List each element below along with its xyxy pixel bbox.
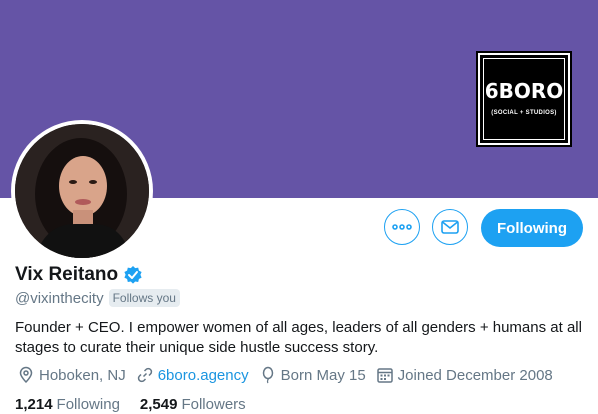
envelope-icon <box>441 220 459 234</box>
website-item[interactable]: 6boro.agency <box>136 366 249 384</box>
followers-label: Followers <box>181 396 246 413</box>
profile-stats: 1,214 Following 2,549 Followers <box>15 396 266 413</box>
profile-handle: @vixinthecity <box>15 289 104 307</box>
profile-name: Vix Reitano <box>15 264 119 285</box>
profile-meta: Hoboken, NJ 6boro.agency Born May 15 Joi… <box>17 366 563 384</box>
avatar-photo <box>15 124 149 258</box>
follows-you-badge: Follows you <box>108 289 180 307</box>
more-icon <box>392 224 412 230</box>
following-stat[interactable]: 1,214 Following <box>15 396 120 413</box>
birthday-item: Born May 15 <box>259 366 366 384</box>
calendar-icon <box>376 368 393 383</box>
more-options-button[interactable] <box>384 209 420 245</box>
location-pin-icon <box>19 366 33 384</box>
following-label: Following <box>56 396 120 413</box>
message-button[interactable] <box>432 209 468 245</box>
location-item: Hoboken, NJ <box>17 366 126 384</box>
avatar-frame[interactable] <box>11 120 153 262</box>
birthday-text: Born May 15 <box>280 366 366 384</box>
followers-stat[interactable]: 2,549 Followers <box>140 396 246 413</box>
followers-count: 2,549 <box>139 396 178 413</box>
balloon-icon <box>262 366 273 384</box>
following-count: 1,214 <box>15 396 53 413</box>
joined-text: Joined December 2008 <box>397 366 553 384</box>
location-text: Hoboken, NJ <box>39 366 126 384</box>
avatar[interactable] <box>15 124 149 258</box>
brand-logo: 6BORO (SOCIAL + STUDIOS) <box>476 51 572 147</box>
website-link[interactable]: 6boro.agency <box>158 367 249 384</box>
link-icon <box>137 367 152 383</box>
handle-row: @vixinthecity Follows you <box>15 289 180 307</box>
verified-badge-icon <box>123 265 143 285</box>
joined-item: Joined December 2008 <box>376 366 553 384</box>
profile-name-row: Vix Reitano <box>15 264 143 286</box>
profile-bio: Founder + CEO. I empower women of all ag… <box>15 319 582 356</box>
following-button[interactable]: Following <box>481 209 583 247</box>
